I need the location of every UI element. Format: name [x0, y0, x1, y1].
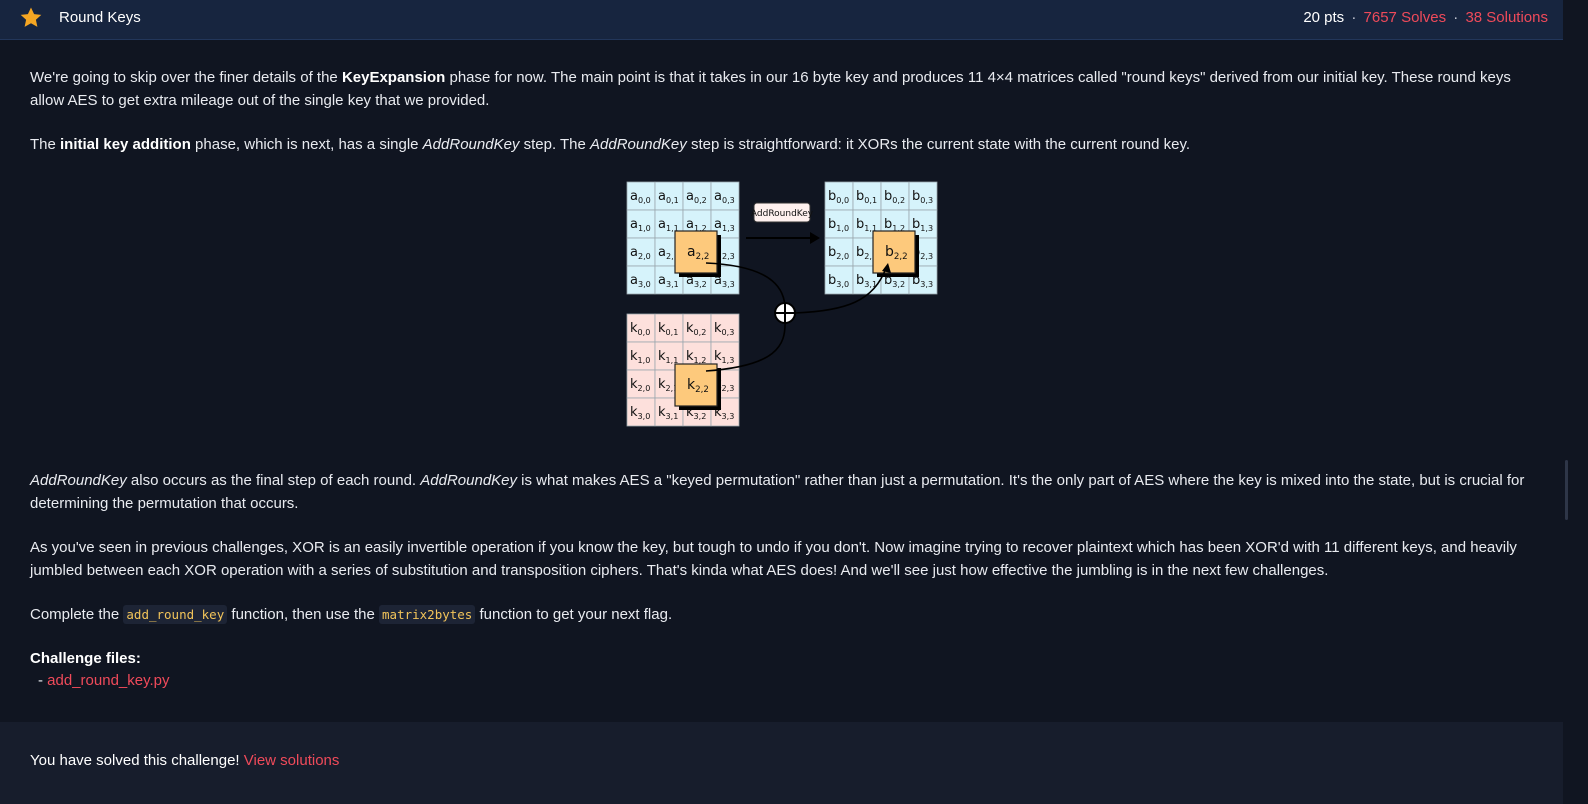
paragraph-final-step: AddRoundKey also occurs as the final ste…	[30, 472, 1525, 512]
separator: ·	[1453, 9, 1459, 26]
files-heading: Challenge files:	[30, 650, 141, 667]
scrollbar[interactable]	[1563, 0, 1588, 804]
view-solutions-link[interactable]: View solutions	[244, 752, 340, 769]
scrollbar-thumb[interactable]	[1565, 460, 1568, 520]
challenge-header: Round Keys 20 pts · 7657 Solves · 38 Sol…	[0, 0, 1563, 40]
challenge-stats: 20 pts · 7657 Solves · 38 Solutions	[1303, 9, 1548, 26]
solved-footer: You have solved this challenge! View sol…	[0, 722, 1563, 804]
arrow-head	[810, 232, 820, 244]
star-icon[interactable]	[19, 6, 43, 30]
paragraph-intro: We're going to skip over the finer detai…	[30, 69, 1511, 109]
points-label: 20 pts	[1303, 9, 1345, 26]
paragraph-xor: As you've seen in previous challenges, X…	[30, 539, 1517, 579]
solved-message: You have solved this challenge! View sol…	[30, 752, 340, 769]
file-link[interactable]: add_round_key.py	[47, 672, 169, 689]
code-matrix2bytes: matrix2bytes	[379, 605, 476, 624]
paragraph-task: Complete the add_round_key function, the…	[30, 605, 673, 624]
add-round-key-diagram: a0,0 a0,1 a0,2 a0,3a1,0 a1,1 a1,2 a1,3a2,0 a2,1…	[626, 181, 938, 427]
solutions-link[interactable]: 38 Solutions	[1465, 9, 1548, 26]
operation-label: AddRoundKey	[751, 209, 814, 219]
separator: ·	[1351, 9, 1357, 26]
file-list-item: - add_round_key.py	[38, 672, 170, 689]
code-add-round-key: add_round_key	[123, 605, 228, 624]
solves-link[interactable]: 7657 Solves	[1364, 9, 1447, 26]
challenge-title: Round Keys	[59, 9, 141, 26]
paragraph-initial-key-addition: The initial key addition phase, which is…	[30, 136, 1191, 153]
